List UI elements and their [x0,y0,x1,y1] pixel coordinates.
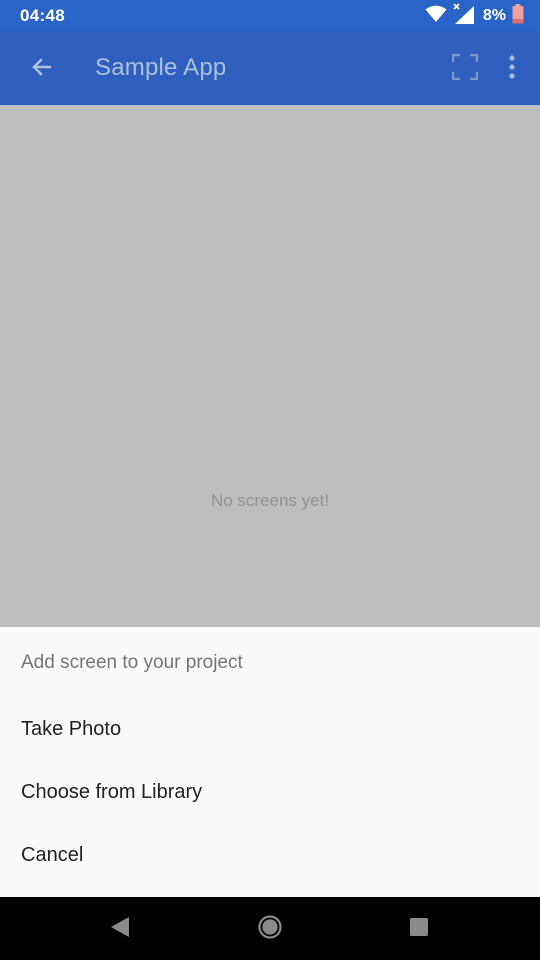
sheet-title: Add screen to your project [21,652,243,673]
content-area: No screens yet! [0,105,540,627]
more-vert-icon [509,54,515,84]
nav-home-icon [257,914,283,945]
battery-percent: 8% [482,7,506,24]
app-bar: Sample App [0,32,540,105]
take-photo-option[interactable]: Take Photo [0,701,540,757]
wifi-icon [425,5,447,28]
back-button[interactable] [22,51,62,87]
nav-back-button[interactable] [100,909,140,949]
nav-back-icon [110,916,130,943]
app-title: Sample App [95,54,227,81]
more-options-button[interactable] [498,52,526,86]
nav-recents-icon [409,917,429,942]
fullscreen-button[interactable] [448,52,482,86]
nav-recents-button[interactable] [399,909,439,949]
fullscreen-icon [451,53,479,85]
choose-from-library-option[interactable]: Choose from Library [0,764,540,820]
arrow-back-icon [30,55,54,84]
nav-home-button[interactable] [250,909,290,949]
status-bar: 04:48 8% [0,0,540,32]
status-time: 04:48 [20,6,65,25]
action-sheet: Add screen to your project Take Photo Ch… [0,627,540,897]
battery-icon [512,3,524,29]
empty-state-message: No screens yet! [210,491,330,510]
navigation-bar [0,897,540,960]
cancel-option[interactable]: Cancel [0,827,540,883]
status-icons: 8% [425,2,524,30]
signal-icon [453,2,477,30]
